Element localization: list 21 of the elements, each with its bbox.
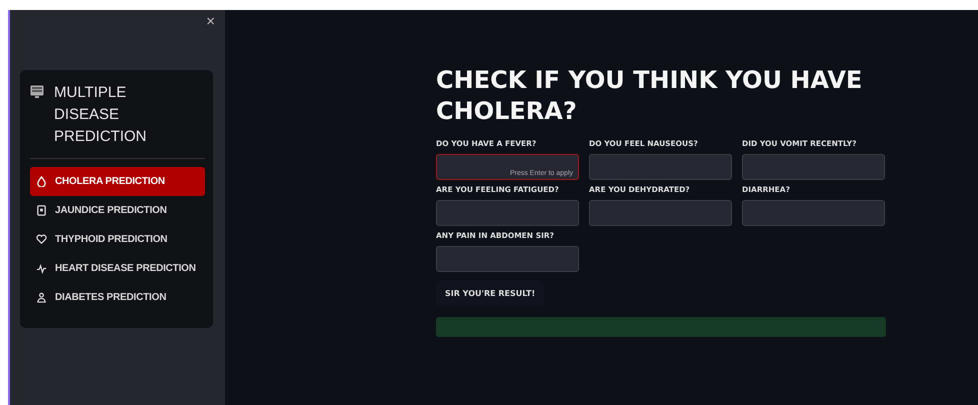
menu-item[interactable]: DIABETES PREDICTION xyxy=(30,283,205,312)
page-title: CHECK IF YOU THINK YOU HAVE CHOLERA? xyxy=(436,65,864,127)
input-field[interactable] xyxy=(589,200,732,226)
input-field[interactable] xyxy=(589,154,732,180)
result-button[interactable]: SIR YOU'RE RESULT! xyxy=(436,280,544,307)
pulse-icon xyxy=(36,263,47,274)
input-field[interactable] xyxy=(742,154,885,180)
input-field[interactable] xyxy=(436,200,579,226)
input-field[interactable] xyxy=(742,200,885,226)
menu-item[interactable]: CHOLERA PREDICTION xyxy=(30,167,205,196)
person-icon xyxy=(36,292,47,303)
menu-item[interactable]: HEART DISEASE PREDICTION xyxy=(30,254,205,283)
menu-item[interactable]: THYPHOID PREDICTION xyxy=(30,225,205,254)
drop-icon xyxy=(36,176,47,187)
monitor-icon xyxy=(30,85,44,98)
close-button[interactable]: × xyxy=(206,12,215,30)
menu-item[interactable]: JAUNDICE PREDICTION xyxy=(30,196,205,225)
heart-icon xyxy=(36,234,47,245)
menu-title: MULTIPLE DISEASE PREDICTION xyxy=(54,83,148,147)
input-field[interactable] xyxy=(436,246,579,272)
id-card-icon xyxy=(36,205,47,216)
